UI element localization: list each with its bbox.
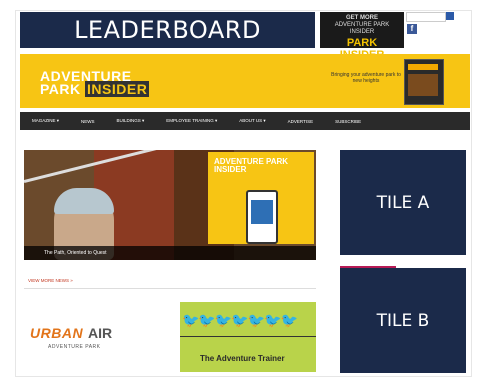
- hero-caption[interactable]: The Path, Oriented to Quest: [24, 246, 316, 260]
- search-button[interactable]: [446, 12, 454, 20]
- tile-b-label: TILE B: [376, 310, 430, 331]
- nav-item-about[interactable]: ABOUT US ▾: [228, 118, 276, 124]
- magazine-cover-image[interactable]: [404, 59, 444, 105]
- nav-item-employee-training[interactable]: EMPLOYEE TRAINING ▾: [155, 118, 228, 124]
- divider: [24, 288, 316, 289]
- leaderboard-label: LEADERBOARD: [74, 16, 261, 44]
- promo-ad[interactable]: GET MORE ADVENTURE PARK INSIDER PARK INS…: [320, 12, 404, 61]
- tile-a-label: TILE A: [376, 192, 430, 213]
- hero-slider[interactable]: ADVENTURE PARK INSIDER The Path, Oriente…: [24, 150, 316, 260]
- tile-b-ad[interactable]: TILE B: [340, 268, 466, 373]
- trainer-wire: [180, 336, 316, 337]
- promo-line1: GET MORE: [345, 15, 378, 21]
- site-logo[interactable]: ADVENTURE PARK INSIDER: [40, 69, 150, 97]
- facebook-icon[interactable]: f: [407, 24, 417, 34]
- urban-logo-sub: ADVENTURE PARK: [48, 344, 101, 350]
- nav-item-magazine[interactable]: MAGAZINE ▾: [20, 118, 70, 124]
- leaderboard-ad[interactable]: LEADERBOARD: [20, 12, 315, 48]
- nav-item-news[interactable]: NEWS: [70, 119, 106, 124]
- more-news-link[interactable]: VIEW MORE NEWS »: [28, 278, 73, 283]
- tile-a-ad[interactable]: TILE A: [340, 150, 466, 255]
- phone-image: [246, 190, 278, 244]
- logo-line2a: PARK: [40, 81, 81, 97]
- logo-line2b: INSIDER: [85, 81, 150, 97]
- main-nav: MAGAZINE ▾ NEWS BUILDINGS ▾ EMPLOYEE TRA…: [20, 112, 470, 130]
- hero-magazine-title: ADVENTURE PARK INSIDER: [214, 157, 289, 174]
- urban-air-logo[interactable]: URBAN AIR ADVENTURE PARK: [30, 325, 145, 355]
- search-input[interactable]: [406, 12, 446, 22]
- promo-line2: ADVENTURE PARK INSIDER: [334, 22, 390, 35]
- nav-item-advertise[interactable]: ADVERTISE: [277, 119, 324, 124]
- trainer-title: The Adventure Trainer: [200, 354, 285, 363]
- nav-item-subscribe[interactable]: SUBSCRIBE: [324, 119, 372, 124]
- urban-logo-air: AIR: [88, 325, 113, 341]
- birds-icon: 🐦🐦🐦🐦🐦🐦🐦: [182, 312, 298, 328]
- hero-magazine-image: ADVENTURE PARK INSIDER: [208, 152, 314, 244]
- adventure-trainer-image[interactable]: 🐦🐦🐦🐦🐦🐦🐦 The Adventure Trainer: [180, 302, 316, 372]
- urban-logo-text: URBAN: [30, 325, 84, 341]
- site-tagline: Bringing your adventure park to new heig…: [331, 72, 401, 84]
- nav-item-buildings[interactable]: BUILDINGS ▾: [106, 118, 156, 124]
- hero-helmet-image: [54, 188, 114, 214]
